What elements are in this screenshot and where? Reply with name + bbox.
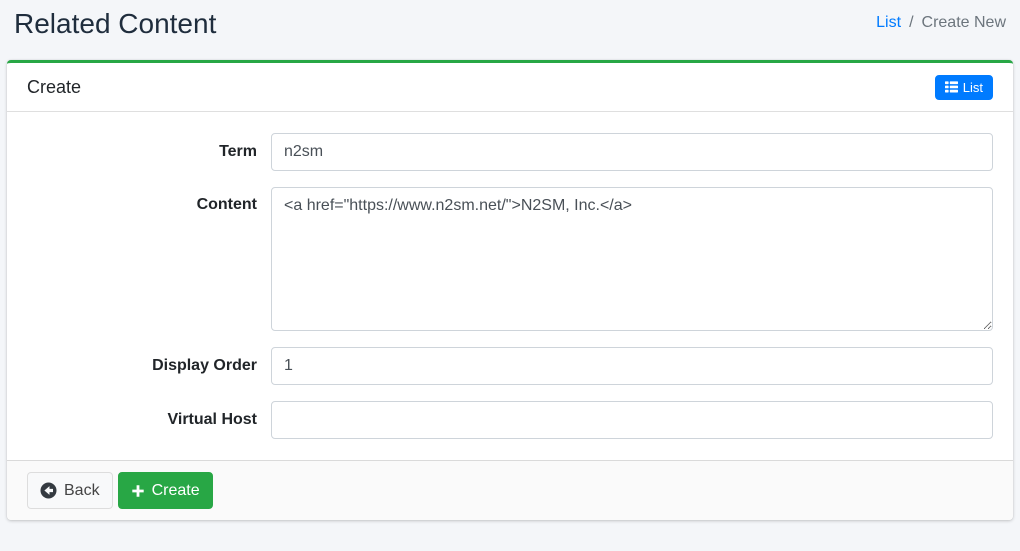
- display-order-input-wrap: [271, 347, 993, 385]
- breadcrumb: List / Create New: [876, 13, 1006, 32]
- create-card: Create List Term Content: [7, 60, 1013, 520]
- card-footer: Back Create: [7, 460, 1013, 520]
- term-input-wrap: [271, 133, 993, 171]
- virtual-host-input-wrap: [271, 401, 993, 439]
- virtual-host-input[interactable]: [271, 401, 993, 439]
- content-textarea[interactable]: <a href="https://www.n2sm.net/">N2SM, In…: [271, 187, 993, 331]
- content-label: Content: [27, 187, 271, 331]
- card-title: Create: [27, 74, 81, 100]
- th-list-icon: [945, 81, 958, 93]
- virtual-host-label: Virtual Host: [27, 401, 271, 439]
- content-input-wrap: <a href="https://www.n2sm.net/">N2SM, In…: [271, 187, 993, 331]
- list-button-label: List: [963, 81, 983, 94]
- breadcrumb-item-list: List: [876, 13, 901, 32]
- page-title: Related Content: [14, 7, 216, 41]
- form-row-term: Term: [27, 133, 993, 171]
- form-row-content: Content <a href="https://www.n2sm.net/">…: [27, 187, 993, 331]
- form-row-virtual-host: Virtual Host: [27, 401, 993, 439]
- breadcrumb-current: Create New: [922, 13, 1006, 32]
- arrow-circle-left-icon: [40, 482, 57, 499]
- list-button[interactable]: List: [935, 75, 993, 100]
- card-header: Create List: [7, 63, 1013, 112]
- page: { "page": { "title": "Related Content", …: [0, 0, 1020, 551]
- plus-icon: [131, 484, 145, 498]
- breadcrumb-separator: /: [901, 13, 921, 32]
- form-row-display-order: Display Order: [27, 347, 993, 385]
- term-label: Term: [27, 133, 271, 171]
- back-button-label: Back: [64, 481, 100, 500]
- term-input[interactable]: [271, 133, 993, 171]
- content-header: Related Content List / Create New: [0, 0, 1020, 60]
- breadcrumb-link-list[interactable]: List: [876, 14, 901, 31]
- create-button[interactable]: Create: [118, 472, 213, 509]
- create-button-label: Create: [152, 481, 200, 500]
- create-form: Term Content <a href="https://www.n2sm.n…: [7, 112, 1013, 460]
- display-order-label: Display Order: [27, 347, 271, 385]
- back-button[interactable]: Back: [27, 472, 113, 509]
- display-order-input[interactable]: [271, 347, 993, 385]
